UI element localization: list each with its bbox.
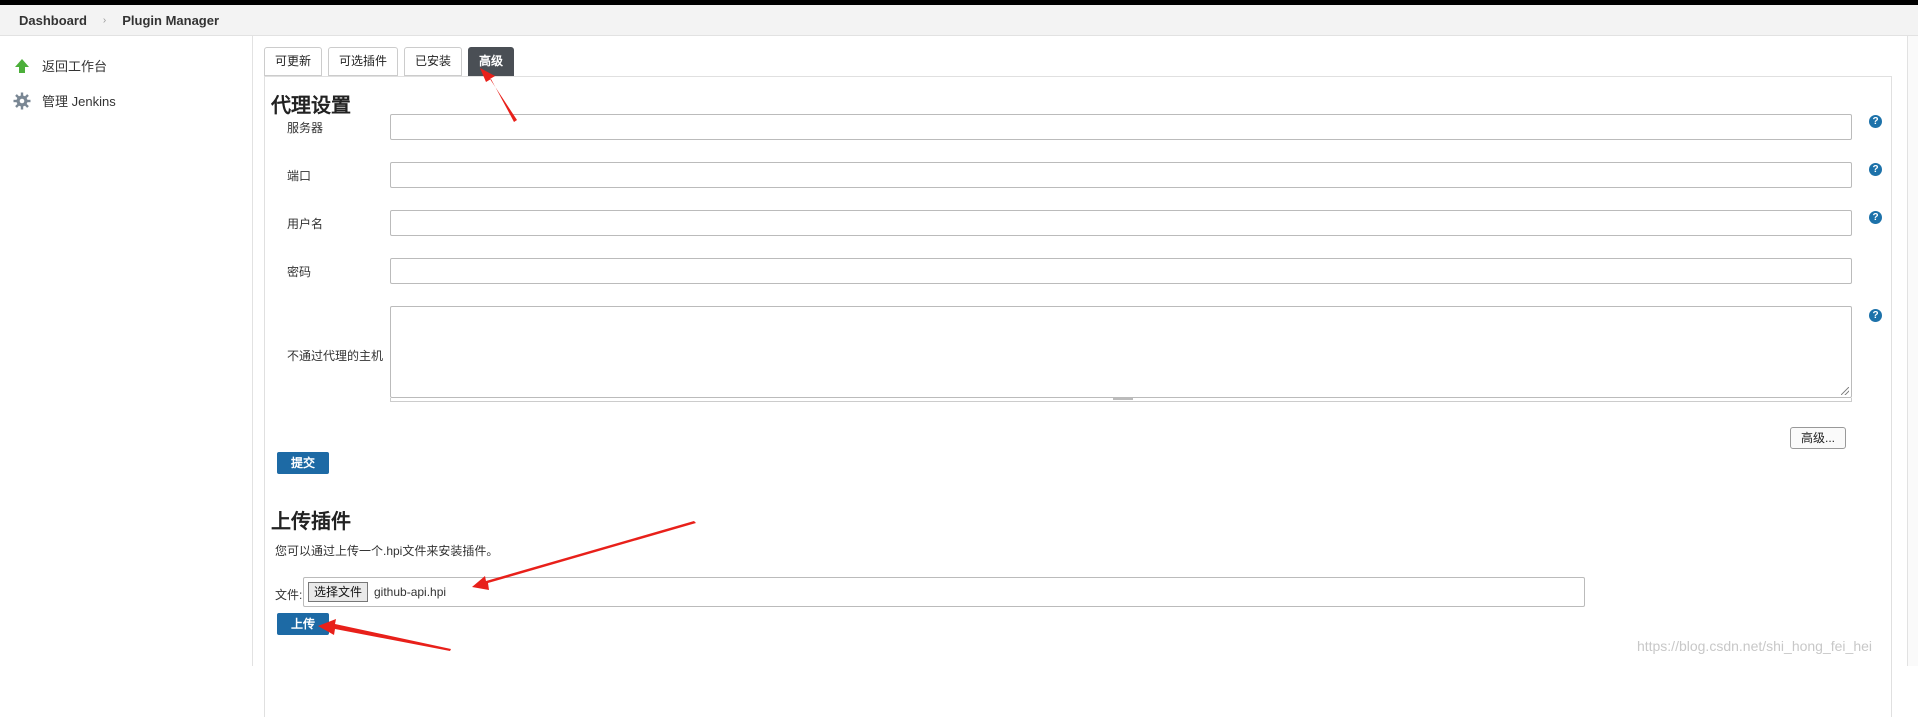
server-label: 服务器 — [287, 121, 324, 135]
selected-file-name: github-api.hpi — [374, 585, 447, 599]
main-content: 可更新 可选插件 已安装 高级 代理设置 服务器 ? 端口 ? 用户名 ? 密码… — [264, 36, 1918, 717]
upload-description: 您可以通过上传一个.hpi文件来安装插件。 — [275, 544, 499, 558]
breadcrumb: Dashboard › Plugin Manager — [0, 5, 1918, 36]
file-label: 文件: — [275, 588, 303, 602]
username-input[interactable] — [390, 210, 1852, 236]
textarea-scrollbar[interactable] — [390, 398, 1852, 402]
choose-file-button[interactable]: 选择文件 — [308, 582, 369, 602]
sidebar-item-label: 返回工作台 — [42, 59, 108, 74]
password-label: 密码 — [287, 265, 312, 279]
advanced-button[interactable]: 高级... — [1790, 427, 1847, 449]
password-input[interactable] — [390, 258, 1852, 284]
no-proxy-hosts-label: 不通过代理的主机 — [287, 349, 384, 363]
breadcrumb-dashboard[interactable]: Dashboard — [19, 13, 87, 28]
breadcrumb-separator-icon: › — [102, 14, 107, 26]
sidebar-item-back-to-dashboard[interactable]: 返回工作台 — [0, 48, 252, 83]
breadcrumb-plugin-manager[interactable]: Plugin Manager — [122, 13, 219, 28]
submit-button[interactable]: 提交 — [277, 452, 330, 474]
plugin-tabs: 可更新 可选插件 已安装 高级 — [264, 47, 520, 76]
upload-button[interactable]: 上传 — [277, 613, 330, 635]
resize-grip-icon[interactable] — [1841, 387, 1849, 395]
tab-updates[interactable]: 可更新 — [264, 47, 323, 76]
scrollbar-knob[interactable] — [1113, 398, 1133, 400]
help-icon[interactable]: ? — [1869, 211, 1882, 224]
up-arrow-icon — [12, 56, 32, 76]
advanced-panel: 代理设置 服务器 ? 端口 ? 用户名 ? 密码 不通过代理的主机 ? 高级..… — [264, 76, 1892, 717]
port-input[interactable] — [390, 162, 1852, 188]
tab-available[interactable]: 可选插件 — [328, 47, 399, 76]
sidebar: 返回工作台 管理 Jenkins — [0, 36, 253, 666]
server-input[interactable] — [390, 114, 1852, 140]
no-proxy-hosts-textarea[interactable] — [390, 306, 1852, 398]
port-label: 端口 — [287, 169, 312, 183]
page-scrollbar[interactable] — [1907, 36, 1918, 666]
upload-plugin-title: 上传插件 — [271, 511, 351, 533]
help-icon[interactable]: ? — [1869, 115, 1882, 128]
help-icon[interactable]: ? — [1869, 163, 1882, 176]
watermark: https://blog.csdn.net/shi_hong_fei_hei — [1636, 638, 1872, 654]
tab-advanced[interactable]: 高级 — [468, 47, 515, 76]
gear-icon — [12, 91, 32, 111]
help-icon[interactable]: ? — [1869, 309, 1882, 322]
file-input[interactable]: 选择文件 github-api.hpi — [303, 577, 1585, 607]
tab-installed[interactable]: 已安装 — [404, 47, 463, 76]
sidebar-item-manage-jenkins[interactable]: 管理 Jenkins — [0, 83, 252, 118]
username-label: 用户名 — [287, 217, 324, 231]
proxy-settings-title: 代理设置 — [271, 95, 351, 117]
sidebar-item-label: 管理 Jenkins — [42, 94, 116, 109]
